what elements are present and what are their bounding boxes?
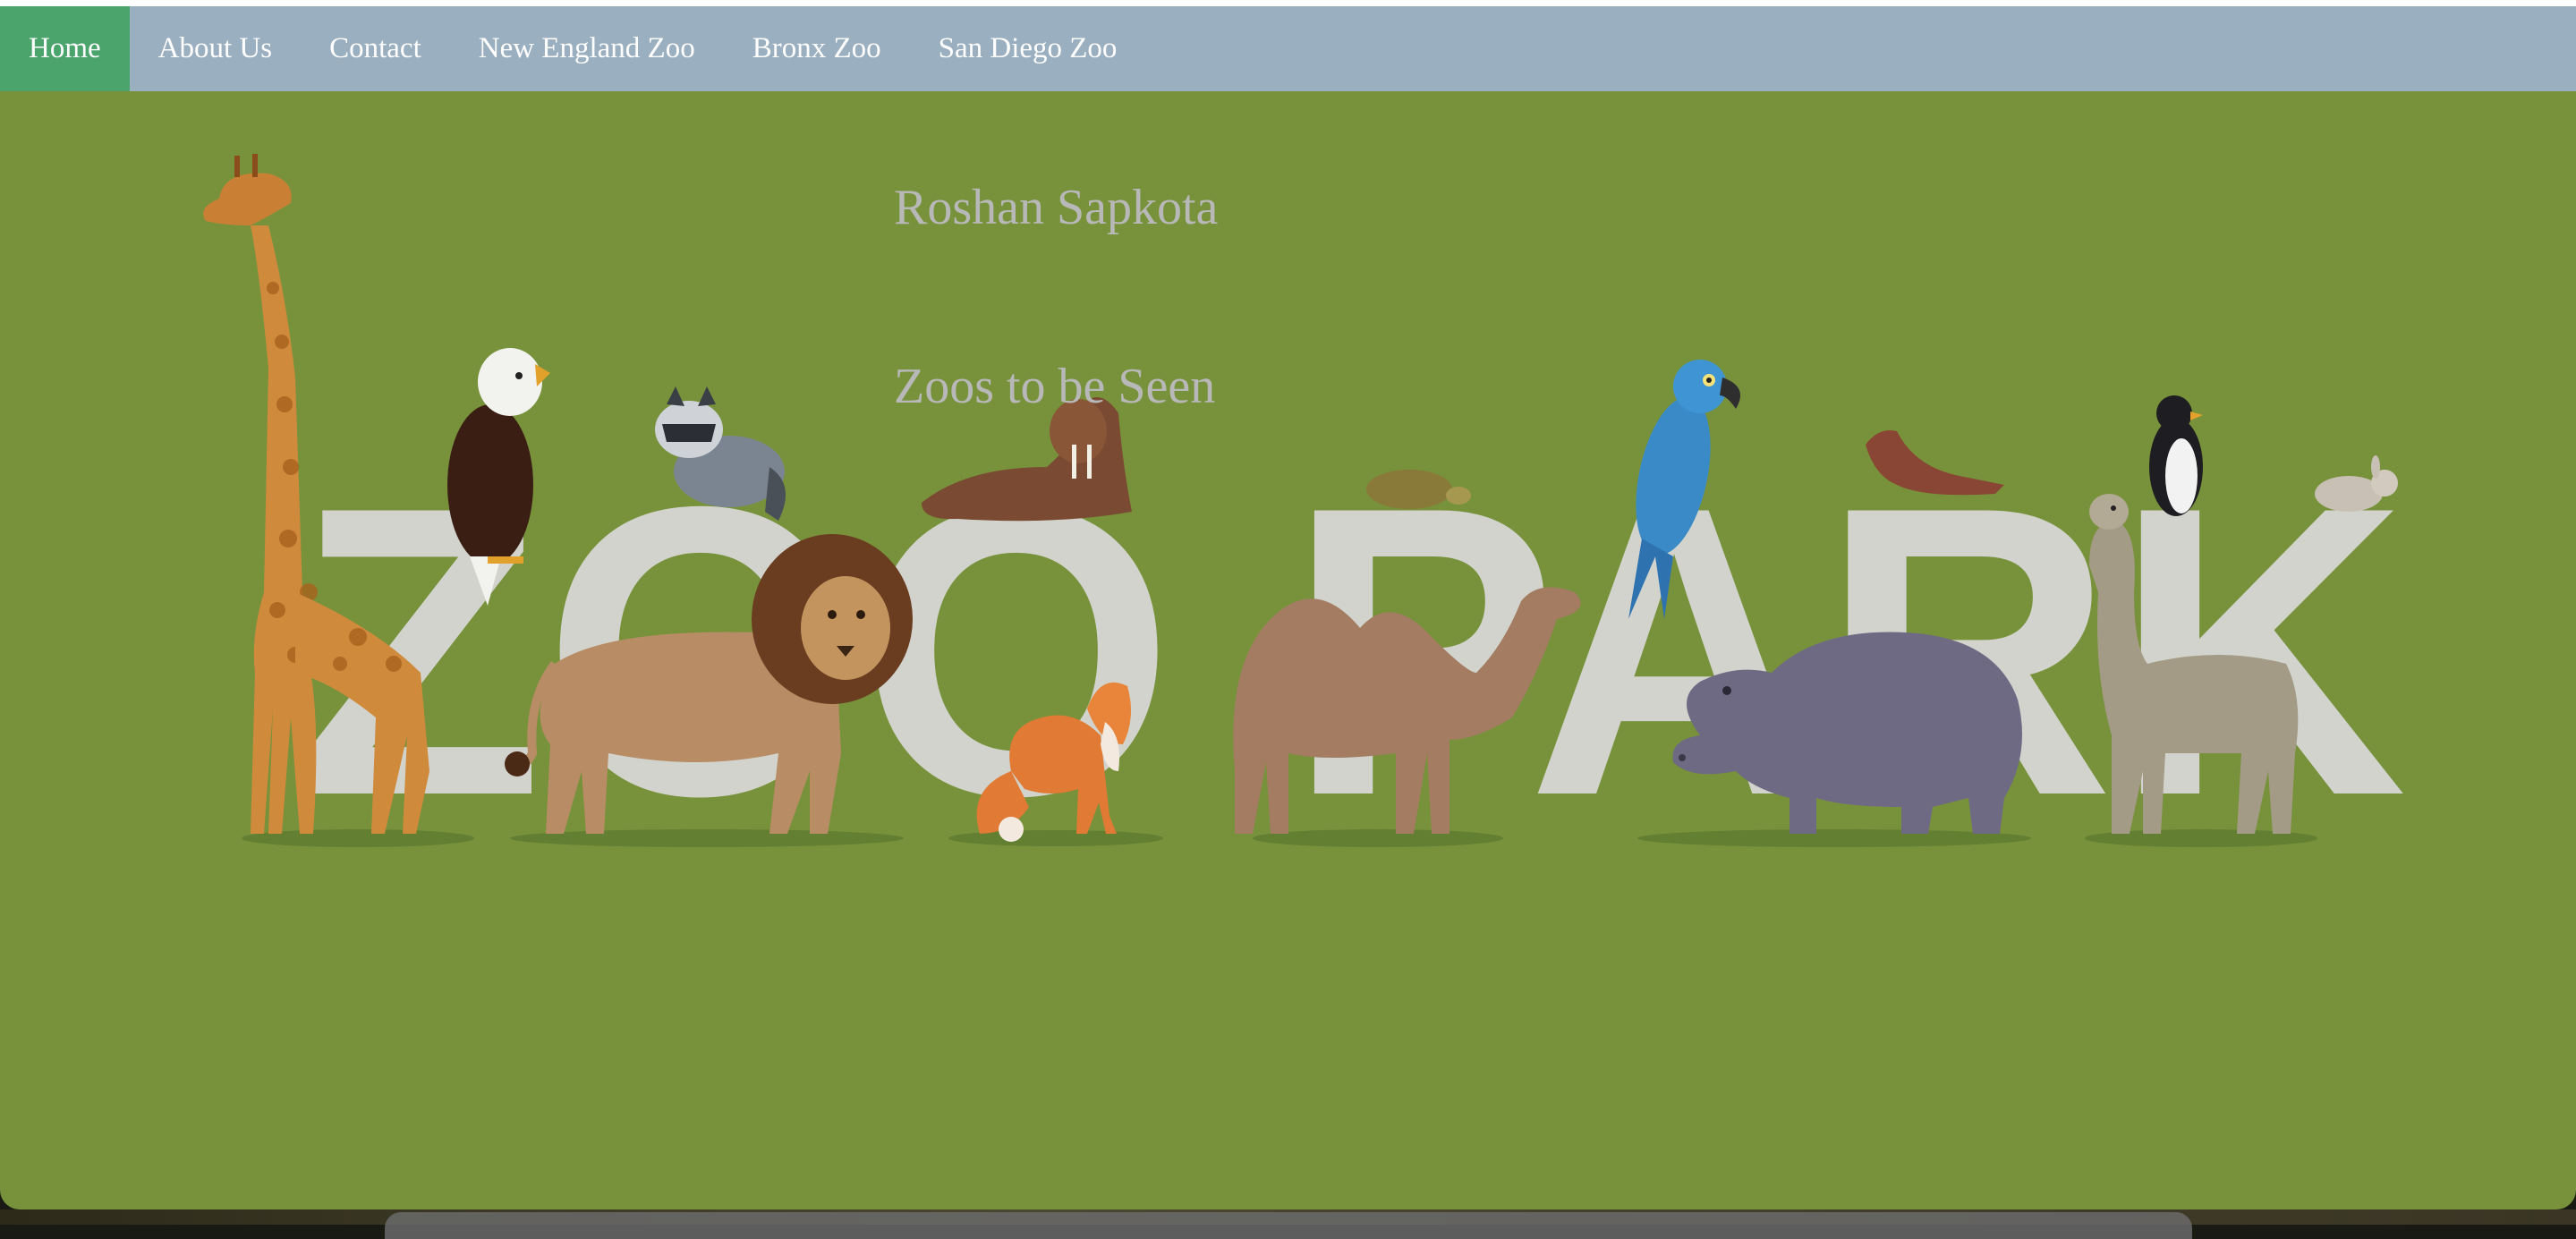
nav-item-san-diego-zoo[interactable]: San Diego Zoo [910,6,1146,91]
hero-text: Roshan Sapkota Zoos to be Seen [894,179,1218,415]
nav-item-new-england-zoo[interactable]: New England Zoo [450,6,724,91]
nav-item-about-us[interactable]: About Us [130,6,301,91]
nav-item-contact[interactable]: Contact [301,6,450,91]
dock [385,1212,2192,1239]
hero-subtitle: Zoos to be Seen [894,359,1216,414]
navbar: Home About Us Contact New England Zoo Br… [0,6,2576,91]
penguin-illustration [2149,395,2203,516]
hero-title: Roshan Sapkota [894,180,1219,235]
zoo-park-banner: ZOO PARK [203,154,2407,881]
top-strip [0,0,2576,6]
browser-window: Home About Us Contact New England Zoo Br… [0,0,2576,1209]
nav-item-home[interactable]: Home [0,6,130,91]
nav-item-bronx-zoo[interactable]: Bronx Zoo [724,6,910,91]
